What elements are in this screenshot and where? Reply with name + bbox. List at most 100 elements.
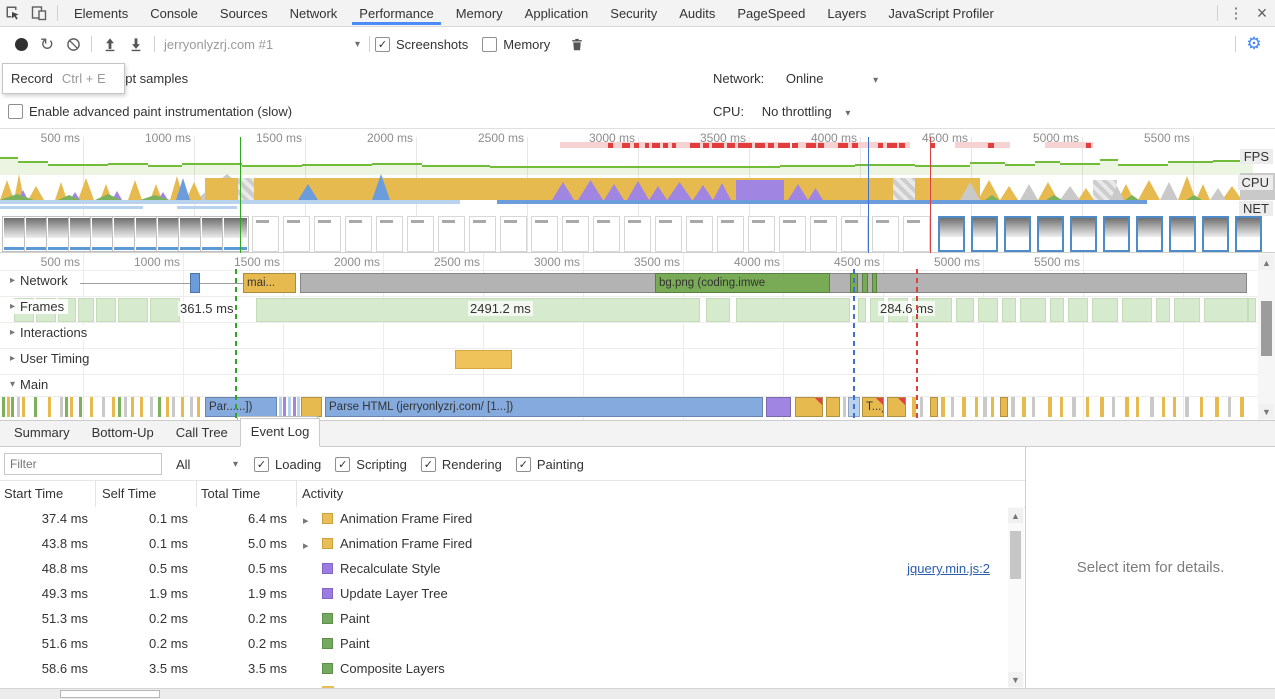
filmstrip-thumb[interactable]	[469, 216, 496, 252]
main-thread-event-bar[interactable]	[301, 397, 322, 417]
trash-icon[interactable]	[564, 31, 590, 57]
main-thread-event-bar[interactable]	[1215, 397, 1219, 417]
main-thread-event-bar[interactable]	[118, 397, 121, 417]
filmstrip-thumb[interactable]	[938, 216, 965, 252]
main-thread-event-bar[interactable]	[930, 397, 938, 417]
frame-segment[interactable]	[1122, 298, 1152, 322]
main-thread-event-bar[interactable]	[1185, 397, 1189, 417]
toolbar-memory-checkbox[interactable]: Memory	[482, 36, 550, 52]
filmstrip-thumb[interactable]	[748, 216, 775, 252]
event-log-header[interactable]: Start Time Self Time Total Time Activity	[0, 481, 1025, 508]
filmstrip-thumb[interactable]	[971, 216, 998, 252]
tab-javascript-profiler[interactable]: JavaScript Profiler	[881, 1, 1000, 25]
column-header-total-time[interactable]: Total Time	[201, 486, 260, 501]
main-thread-event-bar[interactable]	[124, 397, 127, 417]
filmstrip-thumb[interactable]	[872, 216, 899, 252]
tab-network[interactable]: Network	[283, 1, 345, 25]
main-thread-event-bar[interactable]	[766, 397, 791, 417]
main-thread-event-bar[interactable]	[1200, 397, 1203, 417]
frame-segment[interactable]	[118, 298, 148, 322]
tab-bottom-up[interactable]: Bottom-Up	[82, 420, 164, 446]
main-thread-event-bar[interactable]	[7, 397, 10, 417]
main-thread-event-bar[interactable]	[962, 397, 966, 417]
filmstrip-thumb[interactable]	[1169, 216, 1196, 252]
frame-segment[interactable]	[1050, 298, 1064, 322]
main-thread-event-bar[interactable]	[102, 397, 105, 417]
main-thread-event-bar[interactable]	[190, 397, 193, 417]
load-profile-icon[interactable]	[97, 31, 123, 57]
tab-security[interactable]: Security	[603, 1, 664, 25]
table-row[interactable]: 51.6 ms 0.2 ms 0.2 ms Paint	[0, 632, 1008, 657]
main-thread-event-bar[interactable]	[920, 397, 923, 417]
tab-pagespeed[interactable]: PageSpeed	[730, 1, 812, 25]
main-thread-event-bar[interactable]	[887, 397, 906, 417]
main-thread-event-bar[interactable]	[1228, 397, 1231, 417]
tab-sources[interactable]: Sources	[213, 1, 275, 25]
track-label-user-timing[interactable]: ▸ User Timing	[6, 351, 94, 366]
main-thread-event-bar[interactable]	[181, 397, 184, 417]
main-thread-event-bar[interactable]	[17, 397, 20, 417]
main-thread-event-bar[interactable]	[297, 397, 300, 417]
main-thread-event-bar[interactable]	[941, 397, 945, 417]
main-thread-event-bar[interactable]	[150, 397, 153, 417]
reload-and-profile-icon[interactable]: ↻	[34, 31, 60, 57]
waterfall-scrollbar[interactable]: ▲ ▼	[1258, 253, 1275, 421]
scroll-down-icon[interactable]: ▼	[1259, 404, 1274, 419]
main-thread-event-bar[interactable]	[1000, 397, 1008, 417]
tab-call-tree[interactable]: Call Tree	[166, 420, 238, 446]
frame-segment[interactable]	[1068, 298, 1088, 322]
overflow-menu-icon[interactable]: ⋮	[1223, 1, 1249, 25]
scrollbar-thumb[interactable]	[60, 690, 160, 698]
timeline-flamechart[interactable]: 500 ms 1000 ms 1500 ms 2000 ms 2500 ms 3000 m…	[0, 252, 1275, 421]
filter-scripting-checkbox[interactable]: ✓ Scripting	[335, 456, 407, 472]
main-thread-event-bar[interactable]	[1100, 397, 1104, 417]
main-thread-event-bar[interactable]	[158, 397, 161, 417]
main-thread-event-bar[interactable]	[112, 397, 115, 417]
main-thread-event-bar[interactable]	[1072, 397, 1076, 417]
main-thread-event-bar[interactable]	[1136, 397, 1139, 417]
frame-segment[interactable]	[736, 298, 850, 322]
filter-input[interactable]	[4, 453, 162, 475]
main-thread-event-bar[interactable]	[131, 397, 134, 417]
network-request-bar[interactable]	[872, 273, 877, 293]
main-thread-event-bar[interactable]	[65, 397, 68, 417]
filmstrip-thumb[interactable]	[686, 216, 713, 252]
network-throttle-select[interactable]: Network: Online ▾	[713, 71, 878, 86]
tab-event-log[interactable]: Event Log	[239, 418, 321, 447]
horizontal-scrollbar[interactable]	[0, 688, 1275, 699]
filmstrip-thumb[interactable]	[252, 216, 279, 252]
close-icon[interactable]: ×	[1249, 1, 1275, 25]
main-thread-event-bar[interactable]: Parse HTML (jerryonlyzrj.com/ [1...])	[325, 397, 763, 417]
event-log-scrollbar[interactable]: ▲ ▼	[1008, 507, 1024, 688]
filmstrip-thumb[interactable]	[222, 216, 249, 252]
frame-segment[interactable]	[858, 298, 866, 322]
track-label-frames[interactable]: ▸ Frames	[6, 299, 69, 314]
main-thread-event-bar[interactable]	[60, 397, 63, 417]
source-link[interactable]: jquery.min.js:2	[907, 561, 990, 576]
main-thread-event-bar[interactable]	[197, 397, 200, 417]
frame-segment[interactable]	[1248, 298, 1256, 322]
main-thread-event-bar[interactable]	[1032, 397, 1035, 417]
frame-segment[interactable]	[1020, 298, 1046, 322]
track-label-network[interactable]: ▸ Network	[6, 273, 72, 288]
main-thread-event-bar[interactable]	[1112, 397, 1115, 417]
inspect-element-icon[interactable]	[0, 1, 26, 25]
main-thread-event-bar[interactable]	[1048, 397, 1052, 417]
table-row[interactable]: 49.3 ms 1.9 ms 1.9 ms Update Layer Tree	[0, 582, 1008, 607]
main-thread-event-bar[interactable]	[826, 397, 840, 417]
tab-console[interactable]: Console	[143, 1, 205, 25]
main-thread-event-bar[interactable]	[11, 397, 14, 417]
column-header-self-time[interactable]: Self Time	[102, 486, 156, 501]
toolbar-screenshots-checkbox[interactable]: ✓ Screenshots	[375, 36, 468, 52]
clear-icon[interactable]	[60, 31, 86, 57]
record-button[interactable]	[8, 31, 34, 57]
tab-application[interactable]: Application	[518, 1, 596, 25]
save-profile-icon[interactable]	[123, 31, 149, 57]
main-thread-event-bar[interactable]	[1240, 397, 1244, 417]
tab-summary[interactable]: Summary	[4, 420, 80, 446]
main-thread-event-bar[interactable]	[140, 397, 143, 417]
filmstrip-thumb[interactable]	[283, 216, 310, 252]
filmstrip-thumb[interactable]	[1136, 216, 1163, 252]
filmstrip-thumb[interactable]	[1004, 216, 1031, 252]
frame-segment[interactable]	[1156, 298, 1170, 322]
